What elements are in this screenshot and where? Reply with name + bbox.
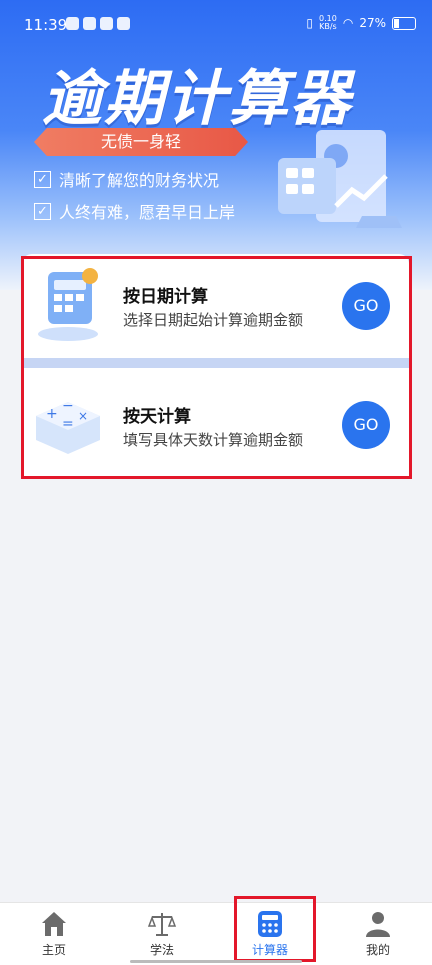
battery-icon [392, 16, 416, 30]
page-title: 逾期计算器 [42, 64, 352, 134]
scales-icon [147, 913, 177, 936]
bullet-text: 人终有难，愿君早日上岸 [59, 203, 236, 222]
notification-icons [66, 17, 130, 30]
nav-item-home[interactable]: 主页 [0, 903, 108, 965]
nav-item-law[interactable]: 学法 [108, 903, 216, 965]
status-right: ▯ 0.10 KB/s ◠ 27% [306, 15, 416, 31]
status-time: 11:39 [24, 16, 68, 34]
highlight-box-nav [234, 896, 316, 962]
home-icon [42, 912, 66, 936]
bullet-2: ✓ 人终有难，愿君早日上岸 [34, 199, 235, 223]
finance-illustration [278, 130, 402, 228]
battery-text: 27% [359, 16, 386, 30]
nav-label: 学法 [149, 943, 174, 957]
checkbox-icon: ✓ [34, 202, 51, 220]
home-indicator [130, 960, 302, 963]
net-speed: 0.10 KB/s [319, 14, 337, 31]
wifi-icon: ◠ [342, 16, 354, 30]
nav-label: 我的 [365, 943, 390, 957]
highlight-box-cards [21, 256, 412, 479]
vibrate-icon: ▯ [306, 16, 314, 30]
bullet-1: ✓ 清晰了解您的财务状况 [34, 167, 219, 191]
status-bar: 11:39 ▯ 0.10 KB/s ◠ 27% [0, 0, 432, 50]
bottom-nav: 主页 学法 计算器 我的 [0, 902, 432, 965]
checkbox-icon: ✓ [34, 170, 51, 188]
nav-label: 主页 [41, 943, 66, 957]
slogan-ribbon: 无债一身轻 [34, 128, 248, 156]
user-icon [366, 912, 390, 937]
bullet-text: 清晰了解您的财务状况 [59, 171, 220, 190]
nav-item-mine[interactable]: 我的 [324, 903, 432, 965]
